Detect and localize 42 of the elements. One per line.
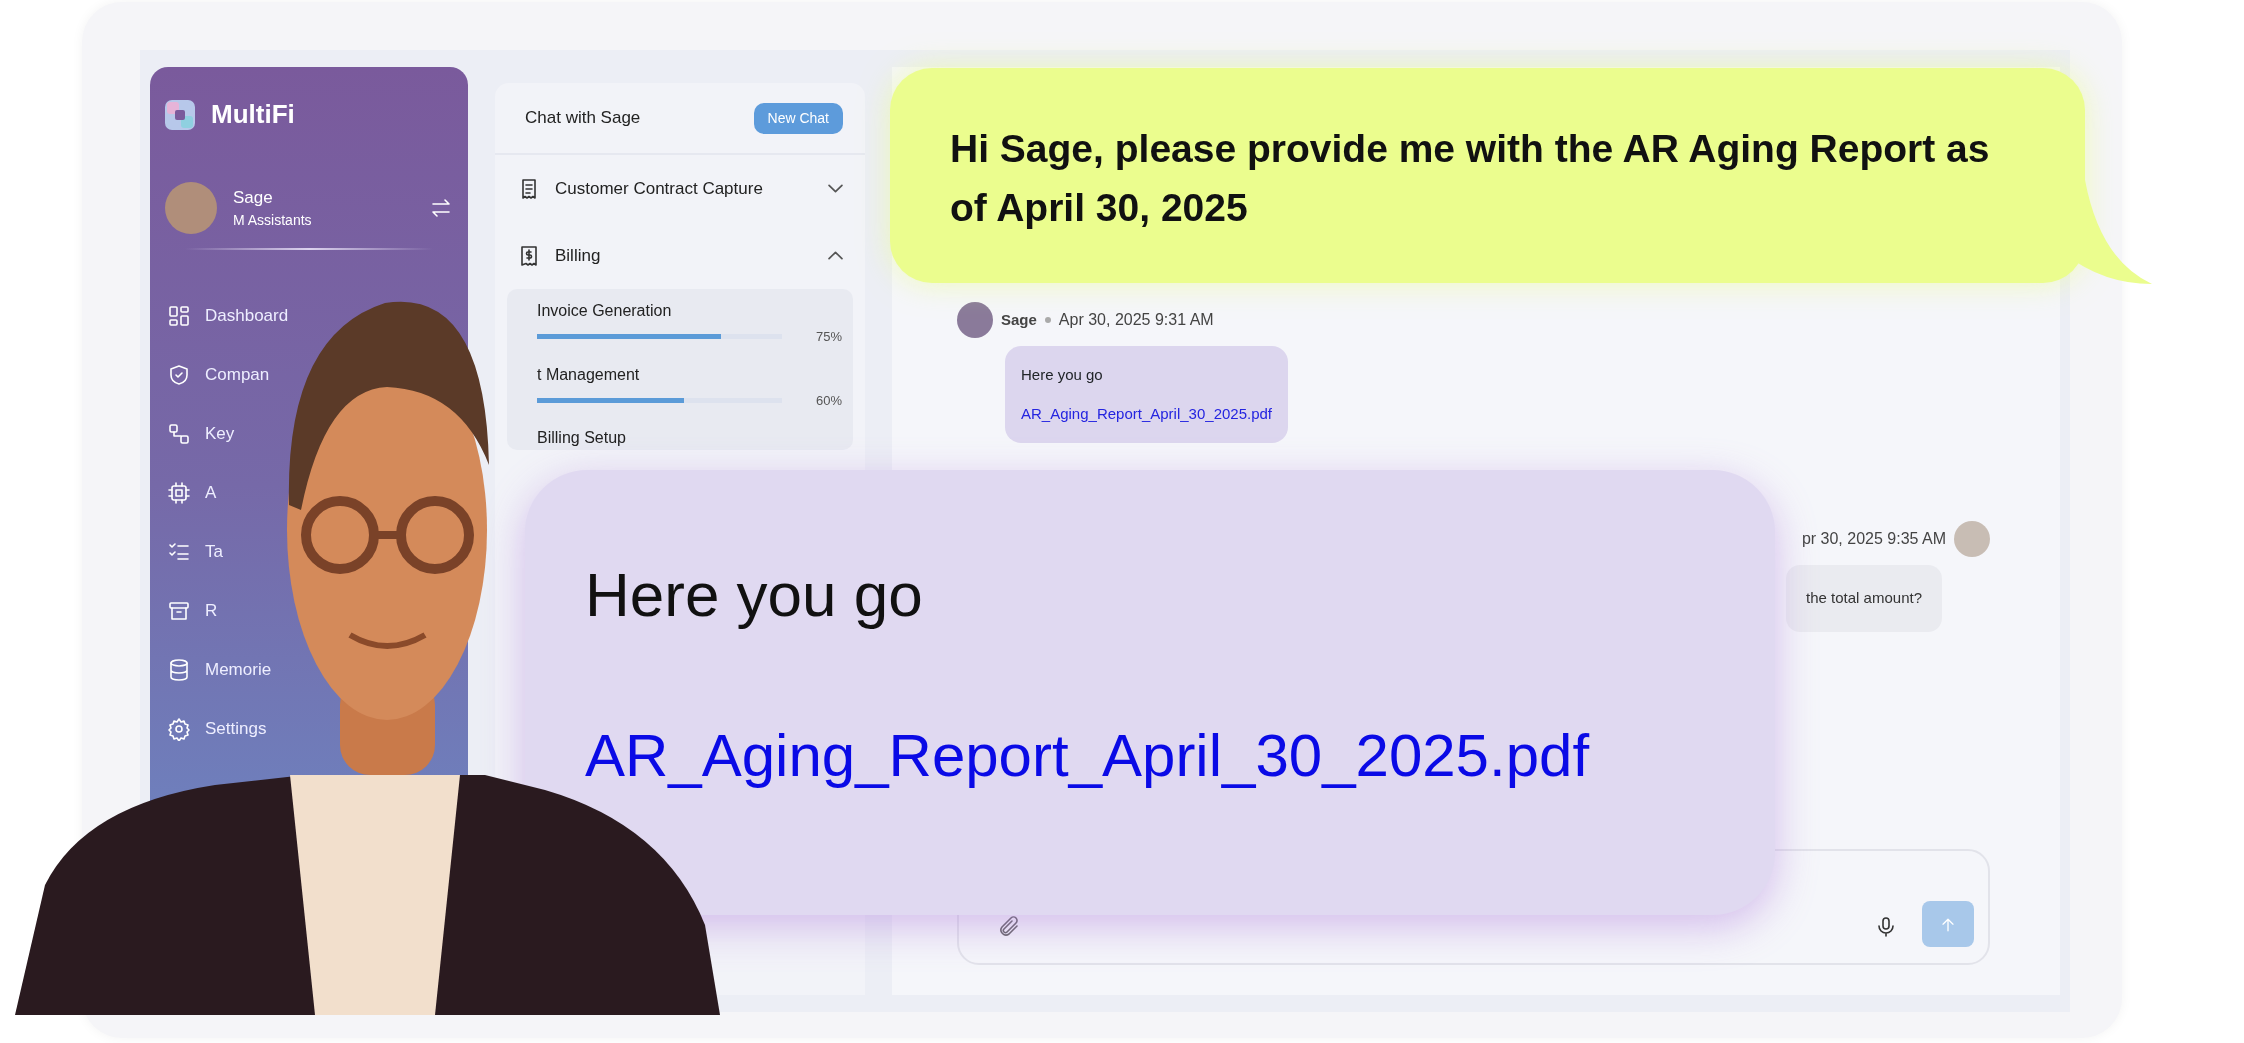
- brand-name: MultiFi: [211, 98, 295, 131]
- settings-icon: [167, 716, 191, 741]
- sender-name: Sage: [1001, 309, 1037, 330]
- paperclip-icon: [997, 915, 1021, 939]
- zoomed-file-link[interactable]: AR_Aging_Report_April_30_2025.pdf: [585, 711, 1715, 801]
- section-header[interactable]: Customer Contract Capture: [495, 155, 865, 222]
- request-text: Hi Sage, please provide me with the AR Aging Report as of April 30, 2025: [950, 126, 1991, 231]
- message-text: Here you go: [1021, 365, 1104, 385]
- avatar: [957, 302, 993, 338]
- new-chat-button[interactable]: New Chat: [753, 102, 843, 134]
- nav-item[interactable]: Memorie: [165, 640, 272, 699]
- section-header[interactable]: Billing: [495, 222, 865, 289]
- nav-item[interactable]: A: [165, 463, 217, 522]
- nodes-icon: [167, 421, 191, 446]
- attach-button[interactable]: [997, 914, 1021, 939]
- logo-icon: [165, 99, 195, 130]
- grid-icon: [167, 303, 191, 328]
- zoomed-message-text: Here you go: [585, 559, 924, 631]
- avatar: [165, 182, 217, 234]
- task-name: Billing Setup: [537, 428, 627, 448]
- progress-percent: 60%: [814, 391, 842, 410]
- task-name: t Management: [537, 364, 641, 385]
- progress-percent: 75%: [814, 328, 842, 346]
- profile-role: M Assistants: [233, 211, 313, 231]
- nav-item[interactable]: Key: [165, 404, 235, 463]
- nav-item[interactable]: R: [165, 581, 218, 640]
- file-link[interactable]: AR_Aging_Report_April_30_2025.pdf: [1021, 402, 1272, 425]
- panel-title: Chat with Sage: [525, 107, 641, 130]
- shield-icon: [167, 362, 191, 387]
- nav-item[interactable]: Ta: [165, 522, 223, 581]
- message-time: pr 30, 2025 9:35 AM: [1801, 529, 1946, 549]
- task-name: Invoice Generation: [537, 301, 673, 321]
- avatar: [1954, 521, 1990, 557]
- chip-icon: [167, 480, 191, 505]
- nav-item[interactable]: Dashboard: [165, 286, 289, 345]
- nav-item[interactable]: Settings: [165, 699, 267, 758]
- profile-name: Sage: [233, 186, 274, 209]
- message-text: the total amount?: [1806, 588, 1922, 608]
- database-icon: [167, 657, 191, 682]
- separator-dot: [1044, 317, 1051, 323]
- message-time: Apr 30, 2025 9:31 AM: [1058, 310, 1214, 330]
- nav-item[interactable]: Compan: [165, 345, 270, 404]
